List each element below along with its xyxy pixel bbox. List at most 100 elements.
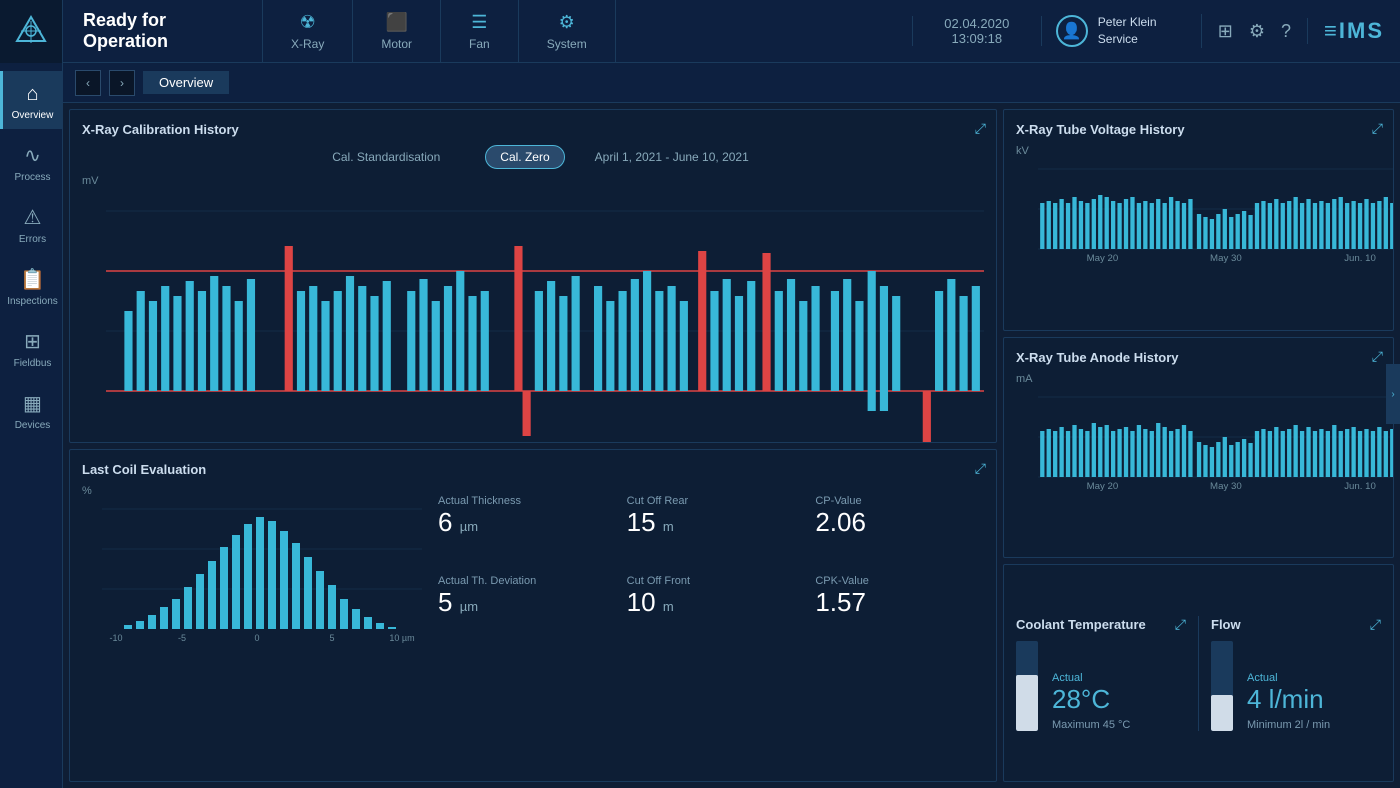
expand-voltage-icon[interactable]: ⤢ xyxy=(1372,120,1383,137)
last-coil-title: Last Coil Evaluation xyxy=(82,462,984,477)
last-coil-panel: Last Coil Evaluation ⤢ % xyxy=(69,449,997,783)
sidebar-item-errors[interactable]: ⚠ Errors xyxy=(0,193,62,253)
xray-anode-panel: X-Ray Tube Anode History ⤢ mA xyxy=(1003,337,1394,559)
sidebar-item-fieldbus[interactable]: ⊞ Fieldbus xyxy=(0,317,62,377)
expand-coolant-icon[interactable]: ⤢ xyxy=(1175,616,1186,633)
sidebar-item-process[interactable]: ∿ Process xyxy=(0,131,62,191)
header-controls: ⊞ ⚙ ? xyxy=(1202,21,1307,42)
flow-actual-value: 4 l/min xyxy=(1247,684,1330,715)
sidebar-label-overview: Overview xyxy=(12,110,54,121)
status-label: Ready for Operation xyxy=(63,0,263,62)
date-display: 02.04.2020 xyxy=(944,16,1009,31)
user-role: Service xyxy=(1098,31,1157,48)
user-avatar: 👤 xyxy=(1056,15,1088,47)
actual-thickness-value: 6 µm xyxy=(438,507,607,538)
system-icon: ⚙ xyxy=(559,12,575,33)
coolant-values: Actual 28°C Maximum 45 °C xyxy=(1052,672,1130,731)
datetime: 02.04.2020 13:09:18 xyxy=(912,16,1042,46)
flow-section: Flow ⤢ Actual 4 l/min Minimum 2l / min xyxy=(1199,616,1381,731)
svg-text:May 30: May 30 xyxy=(1210,253,1242,263)
expand-flow-icon[interactable]: ⤢ xyxy=(1370,616,1381,633)
actual-dev-label: Actual Th. Deviation xyxy=(438,575,607,587)
coolant-actual-value: 28°C xyxy=(1052,684,1130,715)
coil-chart-svg: 50 30 10 -10 -5 0 5 10 µm xyxy=(102,499,422,647)
sidebar-label-devices: Devices xyxy=(15,420,51,431)
help-icon[interactable]: ? xyxy=(1281,21,1291,42)
svg-text:-10: -10 xyxy=(109,633,122,643)
header-tabs: ☢ X-Ray ⬛ Motor ☰ Fan ⚙ System xyxy=(263,0,912,62)
calib-controls: Cal. Standardisation Cal. Zero April 1, … xyxy=(82,145,984,169)
coolant-flow-panel: Coolant Temperature ⤢ Actual 28°C Maximu… xyxy=(1003,564,1394,782)
sidebar-label-inspections: Inspections xyxy=(7,296,58,307)
sidebar-label-errors: Errors xyxy=(19,234,46,245)
scroll-hint[interactable]: › xyxy=(1386,364,1400,424)
breadcrumb-forward-button[interactable]: › xyxy=(109,70,135,96)
cut-off-rear-value: 15 m xyxy=(627,507,796,538)
coolant-title: Coolant Temperature xyxy=(1016,617,1146,632)
tab-xray-label: X-Ray xyxy=(291,37,324,51)
sidebar-label-fieldbus: Fieldbus xyxy=(14,358,52,369)
main-content: ‹ › Overview X-Ray Calibration History C… xyxy=(63,63,1400,788)
sidebar-item-overview[interactable]: ⌂ Overview xyxy=(0,71,62,129)
coil-stats: Actual Thickness 6 µm Cut Off Rear 15 m xyxy=(438,485,984,645)
coolant-actual-label: Actual xyxy=(1052,672,1130,684)
xray-voltage-title: X-Ray Tube Voltage History xyxy=(1016,122,1381,137)
sidebar-item-devices[interactable]: ▦ Devices xyxy=(0,379,62,439)
cut-off-front-value: 10 m xyxy=(627,587,796,618)
sidebar-item-inspections[interactable]: 📋 Inspections xyxy=(0,255,62,315)
coolant-gauge xyxy=(1016,641,1038,731)
cal-zero-button[interactable]: Cal. Zero xyxy=(485,145,564,169)
cp-label: CP-Value xyxy=(815,495,984,507)
tab-motor[interactable]: ⬛ Motor xyxy=(353,0,441,62)
sidebar-label-process: Process xyxy=(14,172,50,183)
flow-gauge-fill xyxy=(1211,695,1233,731)
flow-actual-label: Actual xyxy=(1247,672,1330,684)
svg-text:10 µm: 10 µm xyxy=(389,633,414,643)
sidebar: ⌂ Overview ∿ Process ⚠ Errors 📋 Inspecti… xyxy=(0,63,63,788)
user-details: Peter Klein Service xyxy=(1098,14,1157,48)
flow-title: Flow xyxy=(1211,617,1241,632)
cpk-value-display: 1.57 xyxy=(815,587,984,618)
xray-calib-title: X-Ray Calibration History xyxy=(82,122,984,137)
cp-value: CP-Value 2.06 xyxy=(815,495,984,565)
expand-anode-icon[interactable]: ⤢ xyxy=(1372,348,1383,365)
coolant-gauge-fill xyxy=(1016,675,1038,731)
actual-thickness: Actual Thickness 6 µm xyxy=(438,495,607,565)
compress-icon[interactable]: ⊞ xyxy=(1218,21,1233,42)
svg-text:5: 5 xyxy=(329,633,334,643)
tab-system[interactable]: ⚙ System xyxy=(519,0,616,62)
actual-thickness-label: Actual Thickness xyxy=(438,495,607,507)
svg-text:May 20: May 20 xyxy=(1087,481,1119,491)
xray-calibration-panel: X-Ray Calibration History Cal. Standardi… xyxy=(69,109,997,443)
svg-text:0: 0 xyxy=(254,633,259,643)
fieldbus-icon: ⊞ xyxy=(24,329,41,354)
cut-off-front: Cut Off Front 10 m xyxy=(627,575,796,645)
xray-anode-title: X-Ray Tube Anode History xyxy=(1016,350,1381,365)
flow-values: Actual 4 l/min Minimum 2l / min xyxy=(1247,672,1330,731)
voltage-chart-svg: 62 60 58 May 20 May 30 Jun. 10 xyxy=(1038,159,1394,264)
tab-system-label: System xyxy=(547,37,587,51)
breadcrumb-back-button[interactable]: ‹ xyxy=(75,70,101,96)
expand-calib-icon[interactable]: ⤢ xyxy=(975,120,986,137)
breadcrumb-bar: ‹ › Overview xyxy=(63,63,1400,103)
cpk-label: CPK-Value xyxy=(815,575,984,587)
tab-motor-label: Motor xyxy=(381,37,412,51)
actual-deviation: Actual Th. Deviation 5 µm xyxy=(438,575,607,645)
flow-min-label: Minimum 2l / min xyxy=(1247,719,1330,731)
calib-date-range: April 1, 2021 - June 10, 2021 xyxy=(595,150,749,164)
expand-coil-icon[interactable]: ⤢ xyxy=(975,460,986,477)
inspections-icon: 📋 xyxy=(20,267,45,292)
cal-standardisation-button[interactable]: Cal. Standardisation xyxy=(317,145,455,169)
tab-fan-label: Fan xyxy=(469,37,490,51)
actual-dev-value: 5 µm xyxy=(438,587,607,618)
tab-xray[interactable]: ☢ X-Ray xyxy=(263,0,353,62)
settings-icon[interactable]: ⚙ xyxy=(1249,21,1265,42)
user-name: Peter Klein xyxy=(1098,14,1157,31)
right-column: X-Ray Tube Voltage History ⤢ kV xyxy=(1000,103,1400,788)
coil-chart: % xyxy=(82,485,422,645)
devices-icon: ▦ xyxy=(23,391,42,416)
tab-fan[interactable]: ☰ Fan xyxy=(441,0,519,62)
logo xyxy=(0,0,63,63)
svg-text:Jun. 10: Jun. 10 xyxy=(1344,481,1376,491)
fan-icon: ☰ xyxy=(471,12,487,33)
